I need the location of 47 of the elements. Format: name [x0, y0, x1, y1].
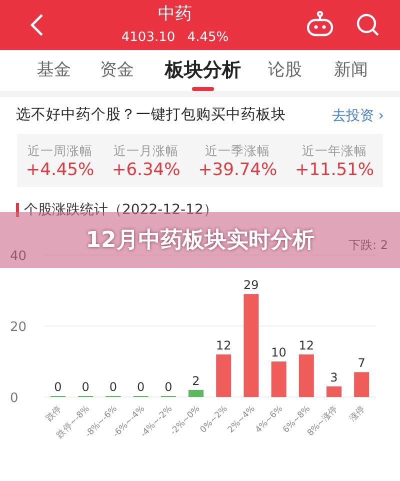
tab[interactable]: 论股 [268, 50, 302, 91]
stat-value: +4.45% [26, 160, 94, 180]
bar [354, 372, 370, 397]
stat-value: +6.34% [112, 160, 180, 180]
data-label: 0 [136, 380, 145, 394]
data-label: 7 [358, 356, 366, 370]
tab[interactable]: 新闻 [334, 50, 368, 91]
data-label: 0 [164, 380, 172, 394]
invest-link[interactable]: 去投资 › [332, 106, 384, 126]
data-label: 0 [109, 380, 118, 394]
bar [298, 354, 314, 397]
stat-label: 近一季涨幅 [204, 142, 272, 160]
data-label: 12 [216, 338, 232, 352]
axis-label: 跌停 [44, 404, 64, 424]
stat-value: +11.51% [294, 160, 374, 180]
bar [326, 386, 342, 397]
promo-text: 选不好中药个股？一键打包购买中药板块 [16, 106, 286, 126]
stat-label: 近一周涨幅 [26, 142, 94, 160]
tab[interactable]: 基金 [37, 50, 71, 91]
data-label: 12 [298, 338, 314, 352]
change: 4.45% [187, 30, 229, 45]
data-label: 2 [192, 374, 200, 388]
data-label: 29 [244, 278, 259, 292]
search-icon[interactable] [356, 13, 380, 37]
axis-label: 涨停 [348, 404, 368, 424]
stat-label: 近一月涨幅 [112, 142, 180, 160]
stat-label: 近一年涨幅 [301, 142, 368, 160]
price: 4103.10 [121, 30, 176, 45]
data-label: 3 [330, 370, 338, 384]
axis-label: 0 [10, 391, 18, 406]
title: 中药 [157, 3, 193, 23]
data-label: 0 [54, 380, 62, 394]
banner-title: 12月中药板块实时分析 [86, 226, 314, 254]
tab[interactable]: 板块分析 [165, 50, 241, 91]
back-icon[interactable] [30, 13, 44, 37]
axis-label: 40 [10, 249, 27, 264]
legend-text: 下跌: 2 [348, 237, 388, 254]
bar [271, 362, 286, 397]
robot-icon[interactable] [306, 11, 334, 37]
data-label: 10 [271, 346, 286, 360]
chart-title: 个股涨跌统计（2022-12-12） [16, 203, 384, 217]
stat-value: +39.74% [198, 160, 278, 180]
data-label: 0 [82, 380, 90, 394]
bar [216, 354, 232, 397]
bar [188, 390, 204, 397]
axis-label: 20 [10, 320, 27, 335]
tab[interactable]: 资金 [100, 50, 134, 91]
